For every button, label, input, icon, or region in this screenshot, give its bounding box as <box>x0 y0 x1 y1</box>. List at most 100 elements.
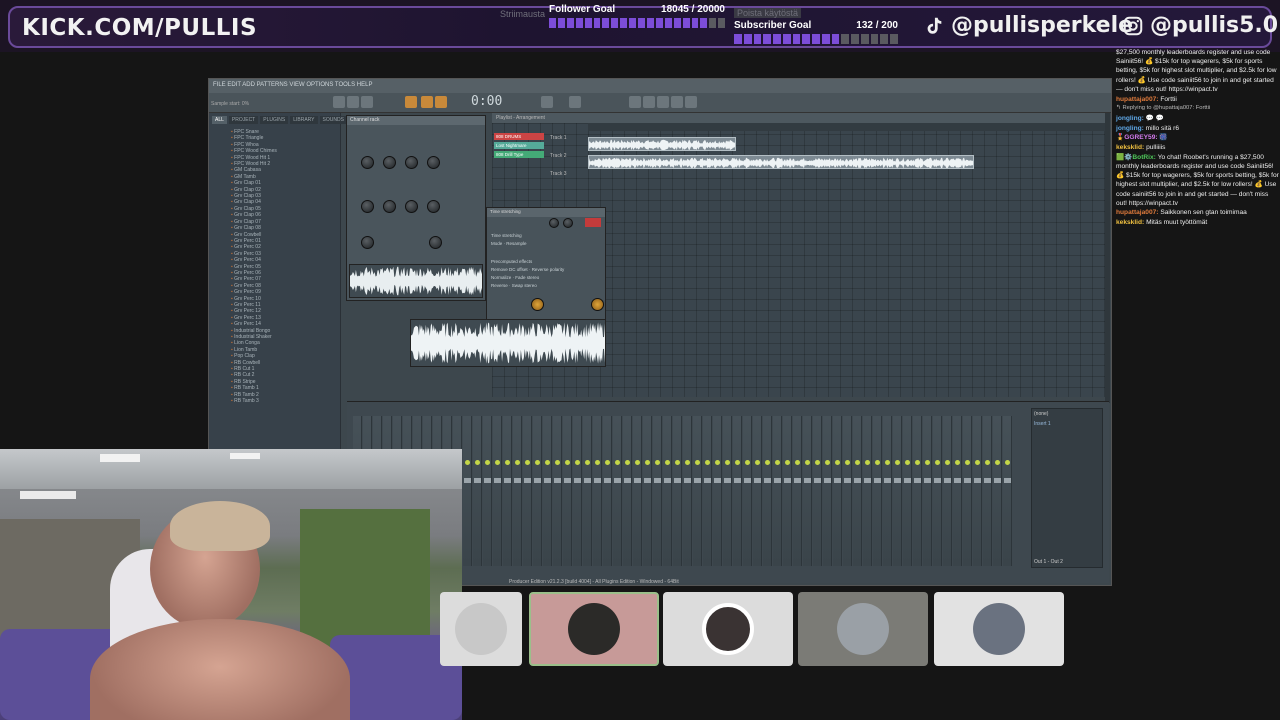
fader-handle[interactable] <box>854 478 861 483</box>
fader-handle[interactable] <box>954 478 961 483</box>
fader-handle[interactable] <box>1004 478 1011 483</box>
fader-handle[interactable] <box>864 478 871 483</box>
chat-username[interactable]: hupattaja007: <box>1116 96 1160 103</box>
mixer-strip[interactable] <box>673 416 682 566</box>
fader-handle[interactable] <box>614 478 621 483</box>
fader-handle[interactable] <box>554 478 561 483</box>
fader-handle[interactable] <box>544 478 551 483</box>
mixer-strip[interactable] <box>783 416 792 566</box>
fx-option[interactable]: Resample <box>506 241 526 246</box>
fader-handle[interactable] <box>684 478 691 483</box>
fader-handle[interactable] <box>974 478 981 483</box>
strip-led-icon[interactable] <box>515 460 520 465</box>
fader-handle[interactable] <box>654 478 661 483</box>
strip-led-icon[interactable] <box>735 460 740 465</box>
mixer-strip[interactable] <box>463 416 472 566</box>
vertical-scrollbar[interactable] <box>1105 113 1110 403</box>
fader-handle[interactable] <box>584 478 591 483</box>
snap-icon[interactable] <box>569 96 581 108</box>
knob[interactable] <box>531 298 544 311</box>
chat-username[interactable]: 🎖️GGREY59: <box>1116 134 1159 141</box>
mixer-strip[interactable] <box>833 416 842 566</box>
mixer-strip[interactable] <box>713 416 722 566</box>
mixer-strip[interactable] <box>813 416 822 566</box>
fader-handle[interactable] <box>594 478 601 483</box>
mixer-strip[interactable] <box>983 416 992 566</box>
mixer-strip[interactable] <box>663 416 672 566</box>
mixer-strip[interactable] <box>493 416 502 566</box>
mixer-strip[interactable] <box>873 416 882 566</box>
strip-led-icon[interactable] <box>845 460 850 465</box>
fader-handle[interactable] <box>894 478 901 483</box>
browser-tab[interactable]: PLUGINS <box>260 116 289 124</box>
chat-username[interactable]: keksklid: <box>1116 219 1146 226</box>
fader-handle[interactable] <box>644 478 651 483</box>
knob[interactable] <box>383 200 396 213</box>
strip-led-icon[interactable] <box>575 460 580 465</box>
play-icon[interactable] <box>333 96 345 108</box>
browser-tab[interactable]: SOUNDS <box>319 116 347 124</box>
fader-handle[interactable] <box>844 478 851 483</box>
strip-led-icon[interactable] <box>935 460 940 465</box>
mixer-strip[interactable] <box>643 416 652 566</box>
file-browser[interactable]: ALLPROJECTPLUGINSLIBRARYSOUNDSSTARRED FP… <box>209 113 379 453</box>
audio-clip[interactable] <box>588 155 974 169</box>
strip-led-icon[interactable] <box>915 460 920 465</box>
fader-handle[interactable] <box>724 478 731 483</box>
fader-handle[interactable] <box>764 478 771 483</box>
fader-handle[interactable] <box>994 478 1001 483</box>
strip-led-icon[interactable] <box>605 460 610 465</box>
countdown-icon[interactable] <box>421 96 433 108</box>
mixer-strip[interactable] <box>823 416 832 566</box>
chat-username[interactable]: 🟩⚙️BotRix: <box>1116 154 1158 161</box>
guest-tile[interactable] <box>798 592 928 666</box>
pattern-item[interactable]: 808 Drill Type <box>494 151 544 158</box>
knob[interactable] <box>361 200 374 213</box>
fader-handle[interactable] <box>624 478 631 483</box>
browser-item[interactable]: RB Tamb 3 <box>231 398 340 404</box>
browser-tab[interactable]: LIBRARY <box>290 116 318 124</box>
mixer-strip[interactable] <box>583 416 592 566</box>
mixer-strip[interactable] <box>853 416 862 566</box>
mixer-strip[interactable] <box>693 416 702 566</box>
sample-waveform-large[interactable] <box>410 319 606 367</box>
mixer-strip[interactable] <box>953 416 962 566</box>
mixer-insert-panel[interactable]: (none) Insert 1 Out 1 - Out 2 <box>1031 408 1103 568</box>
channel-rack-icon[interactable] <box>643 96 655 108</box>
strip-led-icon[interactable] <box>865 460 870 465</box>
fx-option[interactable]: Swap stereo <box>512 283 537 288</box>
mixer-strip[interactable] <box>863 416 872 566</box>
strip-led-icon[interactable] <box>795 460 800 465</box>
guest-tile-active[interactable] <box>529 592 659 666</box>
mixer-icon[interactable] <box>629 96 641 108</box>
knob[interactable] <box>563 218 573 228</box>
browser-tab[interactable]: ALL <box>212 116 227 124</box>
mixer-strip[interactable] <box>1003 416 1012 566</box>
strip-led-icon[interactable] <box>1005 460 1010 465</box>
close-button[interactable] <box>585 218 601 227</box>
knob[interactable] <box>361 156 374 169</box>
knob[interactable] <box>405 200 418 213</box>
strip-led-icon[interactable] <box>595 460 600 465</box>
audio-clip[interactable] <box>588 137 736 151</box>
strip-led-icon[interactable] <box>565 460 570 465</box>
mixer-strip[interactable] <box>903 416 912 566</box>
fader-handle[interactable] <box>904 478 911 483</box>
strip-led-icon[interactable] <box>715 460 720 465</box>
fader-handle[interactable] <box>874 478 881 483</box>
fader-handle[interactable] <box>564 478 571 483</box>
strip-led-icon[interactable] <box>895 460 900 465</box>
strip-led-icon[interactable] <box>775 460 780 465</box>
output-label[interactable]: Out 1 - Out 2 <box>1034 559 1063 565</box>
mixer-strip[interactable] <box>523 416 532 566</box>
fader-handle[interactable] <box>814 478 821 483</box>
strip-led-icon[interactable] <box>635 460 640 465</box>
fader-handle[interactable] <box>744 478 751 483</box>
fx-option[interactable]: Normalize <box>491 275 511 280</box>
mixer-strip[interactable] <box>633 416 642 566</box>
mixer-strip[interactable] <box>933 416 942 566</box>
mixer-strip[interactable] <box>533 416 542 566</box>
knob[interactable] <box>427 156 440 169</box>
mixer-strip[interactable] <box>773 416 782 566</box>
mixer-strip[interactable] <box>653 416 662 566</box>
